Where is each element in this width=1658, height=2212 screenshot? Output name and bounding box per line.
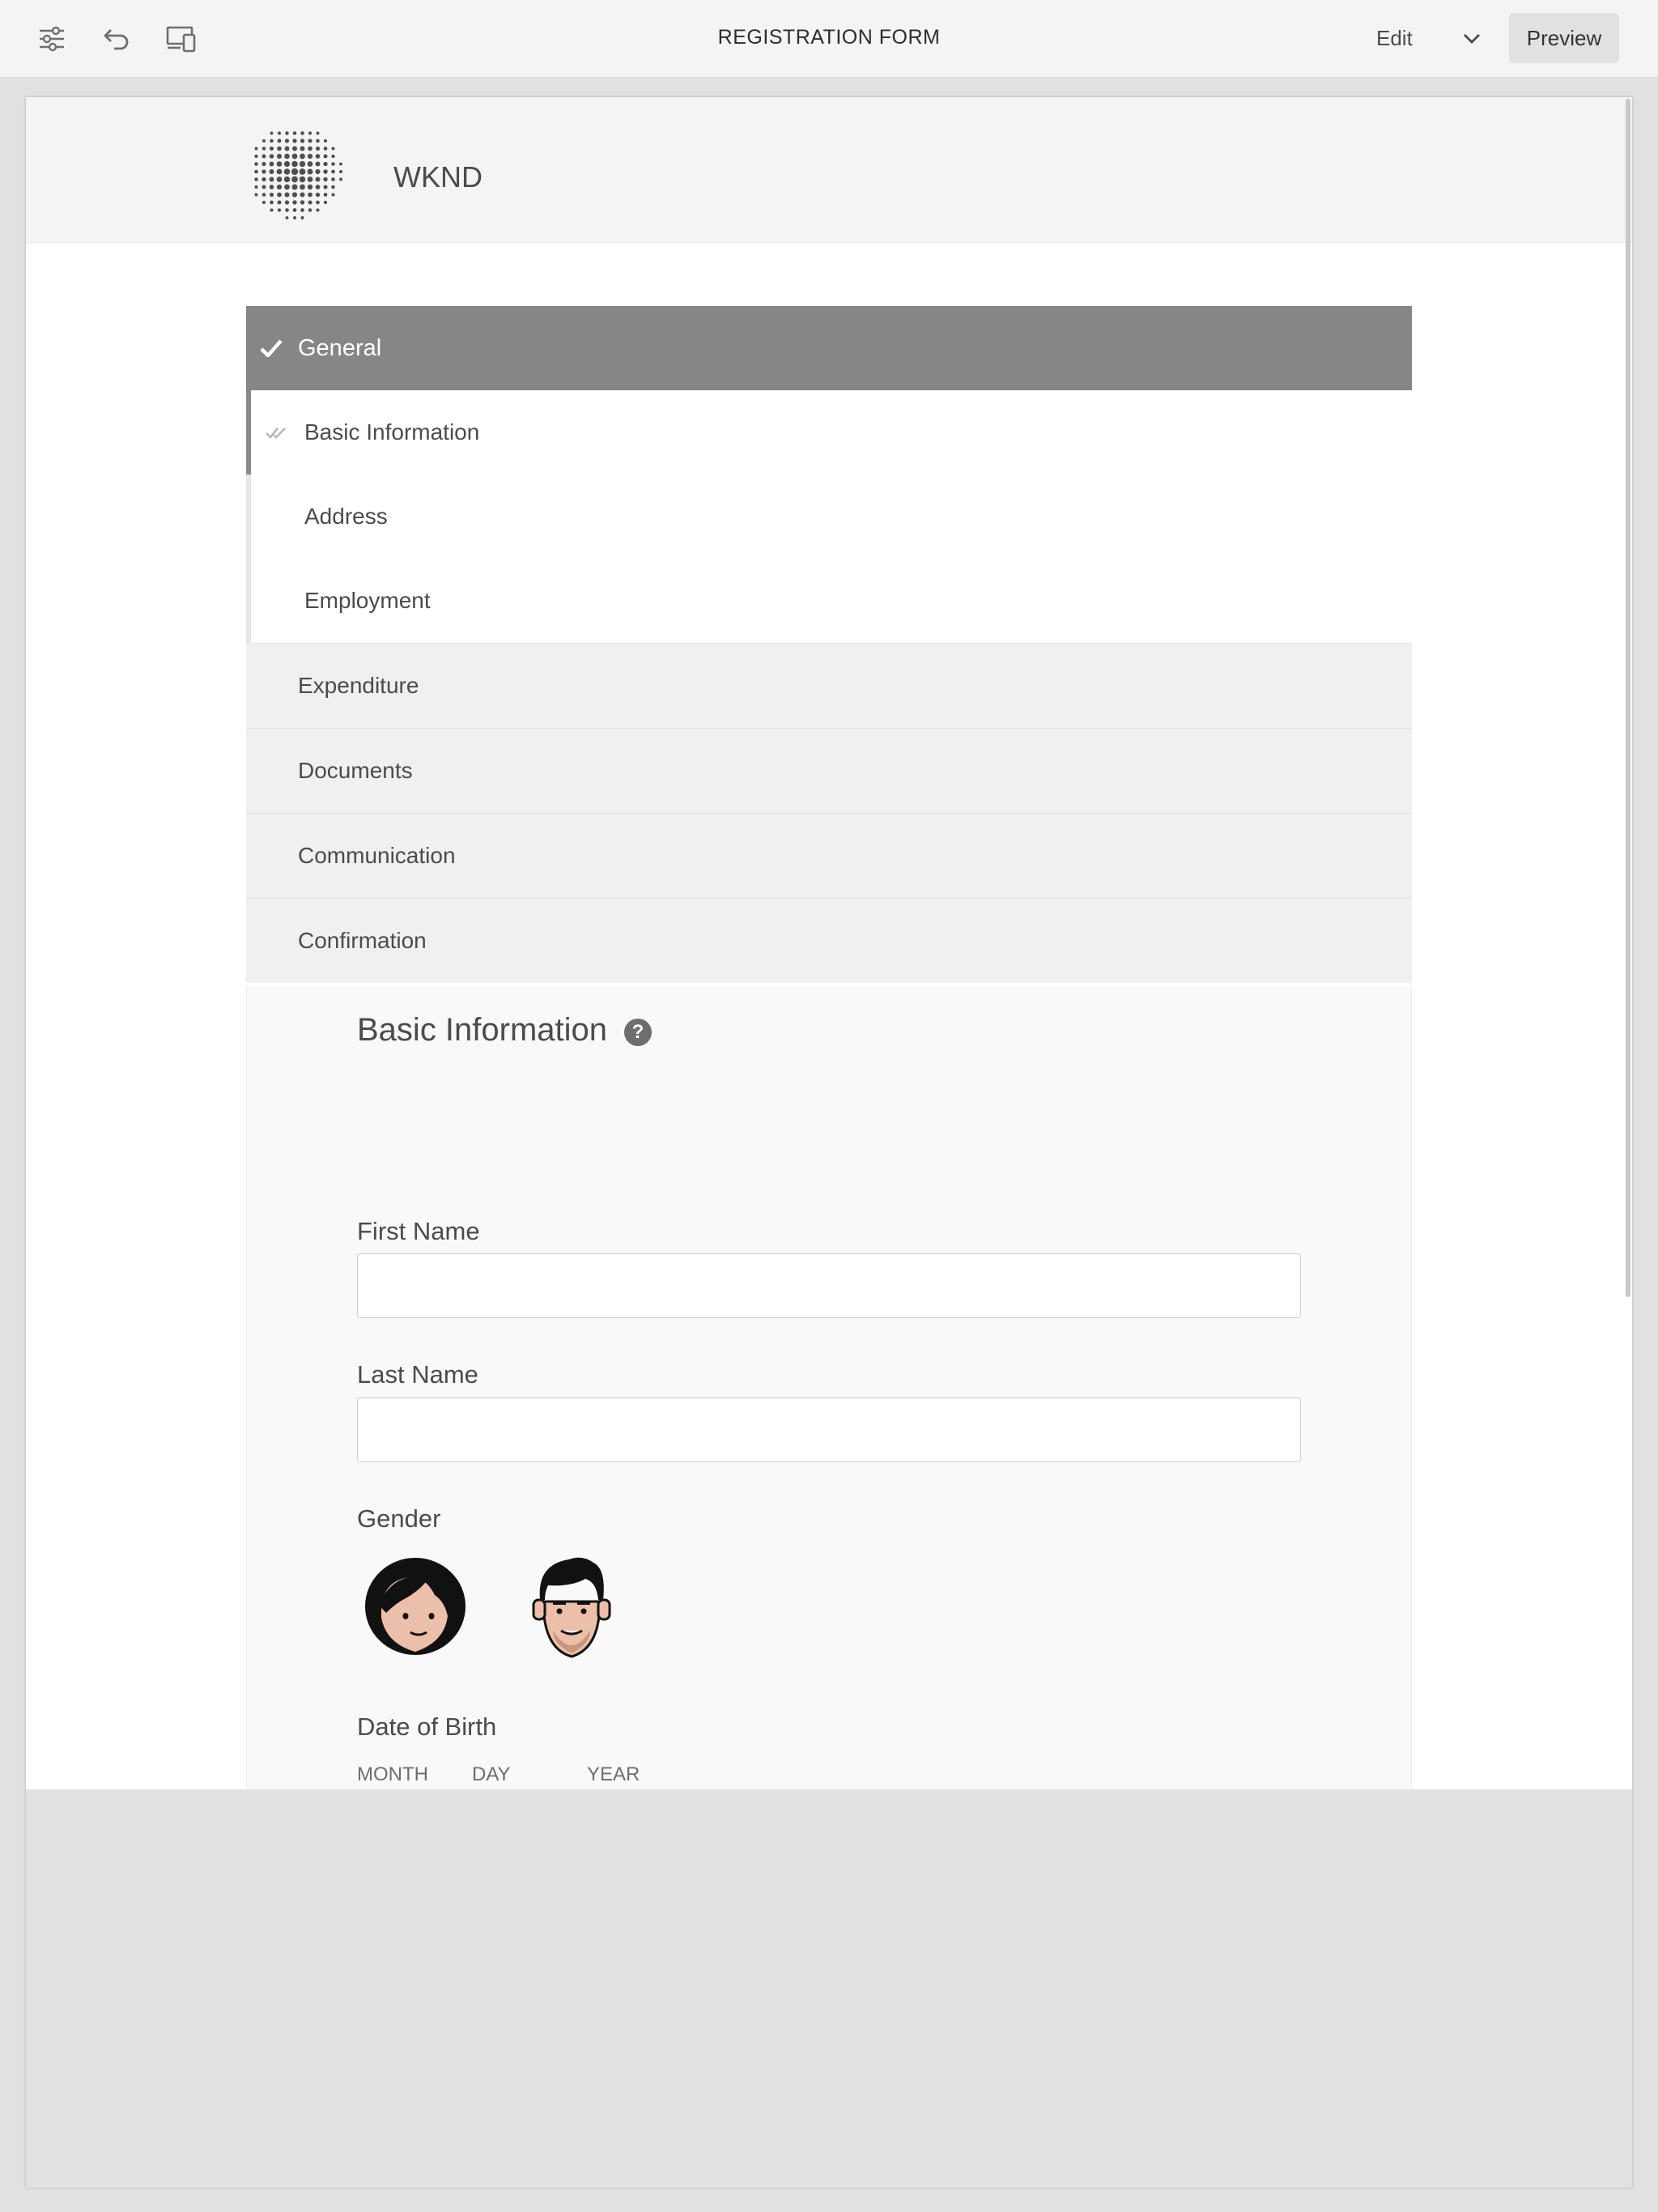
brand-name: WKND — [393, 160, 483, 194]
day-label: DAY — [472, 1763, 511, 1785]
last-name-label: Last Name — [357, 1360, 478, 1389]
edit-mode-button[interactable]: Edit — [1376, 26, 1413, 51]
page-content: WKND General Basic Information Address E… — [26, 97, 1632, 1789]
wizard-nav: General Basic Information Address Employ… — [246, 306, 1412, 983]
wizard-panel-label: Confirmation — [298, 928, 427, 953]
female-avatar-icon[interactable] — [363, 1555, 469, 1660]
wizard-panel-expenditure[interactable]: Expenditure — [246, 643, 1412, 728]
first-name-label: First Name — [357, 1217, 480, 1245]
wizard-subpanel-address[interactable]: Address — [246, 474, 1412, 559]
preview-button[interactable]: Preview — [1509, 13, 1619, 63]
wizard-panel-general[interactable]: General — [246, 306, 1412, 390]
wizard-subpanel-employment[interactable]: Employment — [246, 559, 1412, 643]
wizard-panel-label: General — [298, 334, 382, 361]
wizard-panel-communication[interactable]: Communication — [246, 813, 1412, 898]
wizard-panel-label: Communication — [298, 843, 456, 868]
date-of-birth-label: Date of Birth — [357, 1712, 497, 1741]
wizard-subpanel-label: Address — [304, 504, 388, 529]
checkmark-icon — [260, 339, 283, 358]
last-name-field[interactable] — [357, 1397, 1301, 1462]
wizard-panel-documents[interactable]: Documents — [246, 728, 1412, 813]
page-frame: WKND General Basic Information Address E… — [26, 97, 1632, 2188]
help-icon[interactable]: ? — [624, 1019, 652, 1046]
wknd-logo-icon — [254, 131, 342, 219]
month-label: MONTH — [357, 1763, 428, 1785]
scrollbar[interactable] — [1626, 99, 1630, 1297]
gender-label: Gender — [357, 1504, 441, 1533]
wizard-subpanel-basic-information[interactable]: Basic Information — [246, 390, 1412, 474]
wizard-panel-label: Documents — [298, 758, 413, 783]
wizard-subpanel-label: Basic Information — [304, 419, 480, 445]
year-label: YEAR — [587, 1763, 640, 1785]
section-title: Basic Information — [357, 1012, 608, 1048]
wizard-panel-confirmation[interactable]: Confirmation — [246, 898, 1412, 983]
editor-toolbar: REGISTRATION FORM Edit Preview — [0, 0, 1658, 78]
site-header: WKND — [26, 97, 1632, 243]
basic-information-panel: Basic Information ? First Name Last Name… — [246, 986, 1412, 1789]
first-name-field[interactable] — [357, 1253, 1301, 1318]
wizard-subpanel-label: Employment — [304, 588, 431, 613]
chevron-down-icon[interactable] — [1457, 24, 1486, 53]
double-check-icon — [266, 428, 286, 439]
male-avatar-icon[interactable] — [529, 1553, 614, 1661]
wizard-panel-label: Expenditure — [298, 673, 419, 698]
